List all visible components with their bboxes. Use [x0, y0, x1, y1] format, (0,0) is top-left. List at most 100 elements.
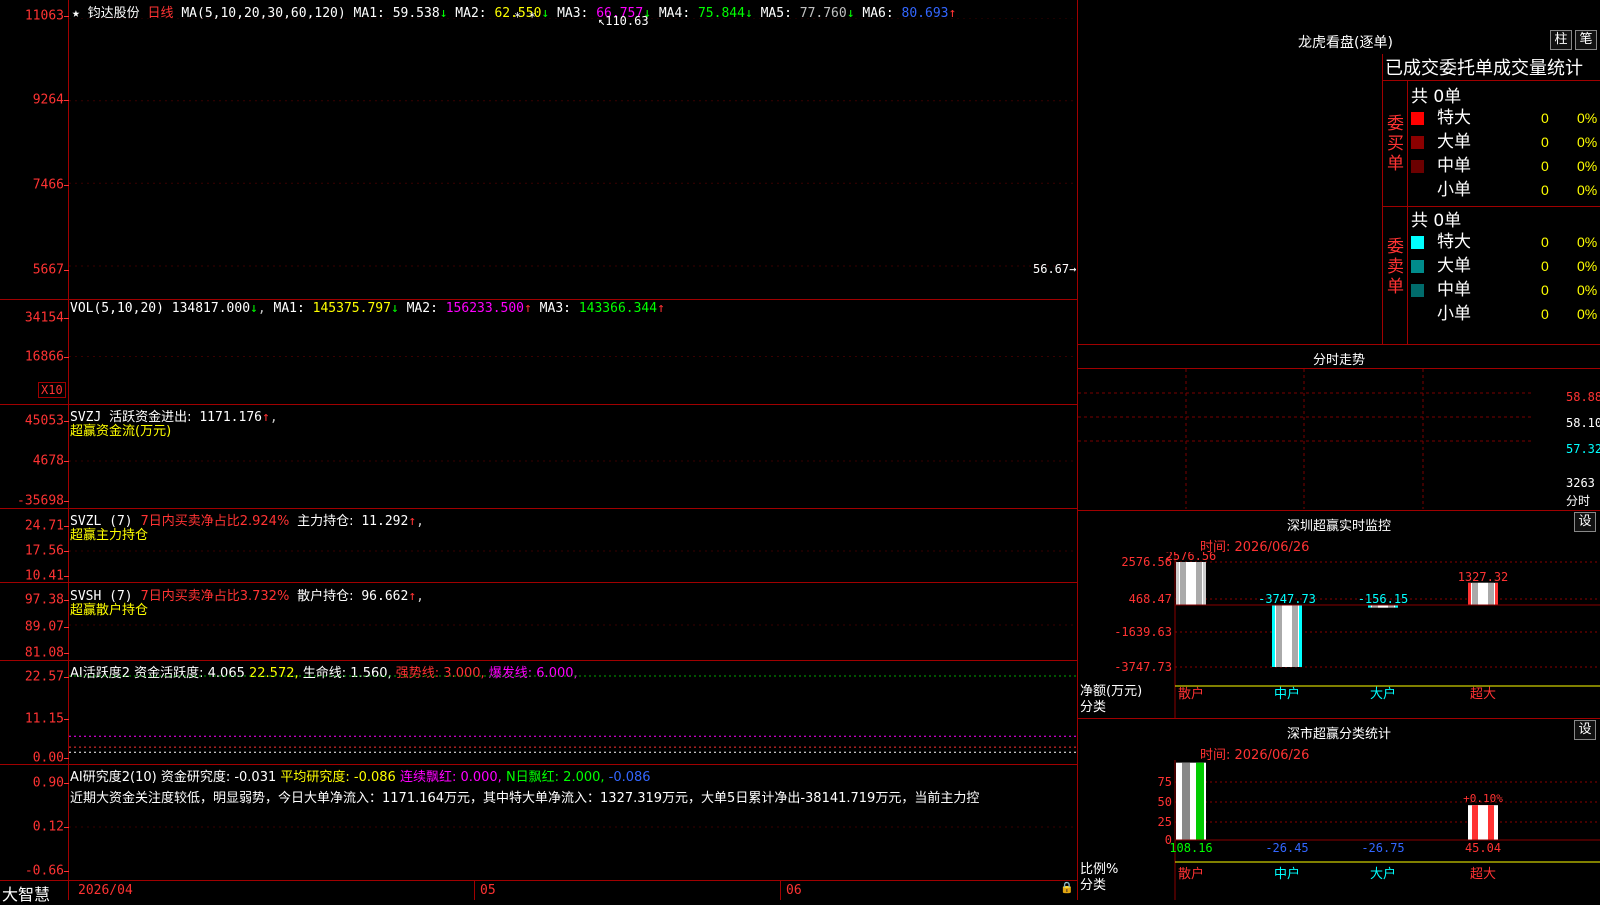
brand-label: 大智慧 [2, 885, 51, 904]
row-pct: 0% [1577, 110, 1598, 126]
classstat-value-label: -26.45 [1265, 841, 1308, 855]
ai-research-y-label: 0.12 [32, 819, 64, 835]
classstat-category-label: 超大 [1470, 867, 1496, 882]
time-label-2: 06 [786, 883, 802, 898]
vol-ma-arrow: ↓ [390, 301, 399, 316]
classstat-top-label: +0.10% [1463, 792, 1503, 805]
monitor-category-label: 中户 [1274, 686, 1300, 702]
sell-row-1: 大单 0 0% [1411, 254, 1600, 278]
monitor-value-label: 1327.32 [1458, 570, 1509, 584]
ai-research-y-label: -0.66 [24, 863, 64, 879]
buy-side-label: 委买单 [1387, 114, 1404, 174]
svzl-chart [69, 550, 1077, 552]
ai-active-y-label: 22.57 [24, 669, 64, 685]
sell-row-3: 小单 0 0% [1411, 302, 1600, 326]
row-qty: 0 [1541, 110, 1549, 126]
row-pct: 0% [1577, 306, 1598, 322]
classstat-category-label: 中户 [1274, 866, 1300, 882]
buy-row-0: 特大 0 0% [1411, 106, 1600, 130]
vol-ma-label: MA3: [531, 301, 579, 316]
kline-y-label: 7466 [32, 177, 64, 193]
monitor-y-label: 2576.56 [1121, 555, 1172, 569]
classstat-y-label: 75 [1158, 775, 1172, 789]
intraday-y2: 57.32 [1566, 442, 1600, 456]
row-name: 小单 [1437, 180, 1471, 200]
monitor-bar [1272, 605, 1302, 667]
monitor-value-label: -156.15 [1358, 592, 1409, 606]
row-qty: 0 [1541, 182, 1549, 198]
monitor-chart: 2576.56 468.47 -1639.63 -3747.73 2576.56 散户 -3… [1114, 552, 1600, 718]
row-name: 大单 [1437, 132, 1471, 152]
tick-mode-button[interactable]: 笔 [1575, 30, 1597, 50]
vol-ma-arrow: ↑ [524, 301, 532, 316]
high-price-label: ↖110.63 [598, 14, 649, 28]
monitor-category-label: 散户 [1178, 686, 1204, 702]
intraday-y1: 58.10 [1566, 416, 1600, 430]
svzl-y-label: 10.41 [24, 568, 64, 584]
row-name: 特大 [1437, 108, 1471, 128]
vol-title: VOL(5,10,20) 134817.000↓, MA1: 145375.79… [70, 301, 665, 316]
sell-side-label: 委卖单 [1387, 237, 1404, 297]
kline-y-label: 11063 [24, 8, 64, 24]
sell-row-0: 特大 0 0% [1411, 230, 1600, 254]
svsh-y-label: 97.38 [24, 592, 64, 608]
row-name: 大单 [1437, 256, 1471, 276]
ai-active-y-label: 11.15 [24, 711, 64, 727]
svzj-y-label: 45053 [24, 413, 64, 429]
svzj-y-label: -35698 [17, 493, 64, 509]
monitor-value-label: -3747.73 [1258, 592, 1316, 606]
svzl-y-label: 24.71 [24, 518, 64, 534]
monitor-y-label: -1639.63 [1114, 625, 1172, 639]
color-swatch [1411, 260, 1424, 273]
classstat-title: 深市超赢分类统计 [1286, 727, 1391, 742]
monitor-value-label: 2576.56 [1166, 552, 1217, 563]
row-qty: 0 [1541, 234, 1549, 250]
vol-ma-value: 145375.797 [312, 301, 391, 316]
svzj-chart [69, 460, 1077, 462]
vol-y-label: 16866 [24, 349, 64, 365]
classstat-category-label: 大户 [1370, 866, 1396, 882]
row-pct: 0% [1577, 158, 1598, 174]
classstat-chart: 7550250108.16散户-26.45中户-26.75大户45.04超大+0… [1158, 760, 1600, 900]
monitor-title: 深圳超赢实时监控 [1286, 519, 1391, 534]
classstat-settings-button[interactable]: 设 [1574, 720, 1596, 740]
color-swatch [1411, 160, 1424, 173]
classstat-bar [1176, 762, 1206, 840]
kline-chart [69, 18, 1077, 267]
svsh-y-label: 81.08 [24, 645, 64, 661]
row-name: 中单 [1437, 156, 1471, 176]
classstat-y-label: 50 [1158, 795, 1172, 809]
stats-title: 已成交委托单成交量统计 [1385, 58, 1583, 79]
color-swatch [1411, 284, 1424, 297]
buy-row-3: 小单 0 0% [1411, 178, 1600, 202]
intraday-vol-label: 3263 [1566, 476, 1595, 490]
svsh-chart [69, 624, 1077, 626]
kline-y-label: 5667 [32, 262, 64, 278]
monitor-category-label: 大户 [1370, 686, 1396, 702]
monitor-settings-button[interactable]: 设 [1574, 512, 1596, 532]
vol-y-label: 34154 [24, 310, 64, 326]
svzj-y-label: 4678 [32, 453, 64, 469]
intraday-chart [1078, 369, 1534, 509]
color-swatch [1411, 136, 1424, 149]
kline-y-label: 9264 [32, 92, 64, 108]
intraday-vol-unit: 分时 [1566, 494, 1591, 508]
sell-row-2: 中单 0 0% [1411, 278, 1600, 302]
vol-ma-label: MA1: [273, 301, 313, 316]
color-swatch [1411, 112, 1424, 125]
time-label-1: 05 [480, 883, 496, 898]
bar-mode-button[interactable]: 柱 [1550, 30, 1572, 50]
color-swatch [1411, 236, 1424, 249]
svsh-y-label: 89.07 [24, 619, 64, 635]
order-stats-table: 已成交委托单成交量统计 委买单 共 0单 特大 0 0% 大单 0 0% 中单 0 0% 小单 0 0… [1382, 54, 1600, 344]
row-pct: 0% [1577, 134, 1598, 150]
classstat-category-label: 散户 [1178, 866, 1204, 882]
lhkp-title: 龙虎看盘(逐单) [1298, 35, 1393, 51]
buy-row-1: 大单 0 0% [1411, 130, 1600, 154]
ai-active-chart [69, 675, 1077, 753]
ai-research-chart [69, 826, 1077, 828]
row-pct: 0% [1577, 282, 1598, 298]
intraday-title: 分时走势 [1312, 353, 1365, 368]
row-qty: 0 [1541, 306, 1549, 322]
lock-icon[interactable]: 🔒 [1060, 881, 1074, 894]
